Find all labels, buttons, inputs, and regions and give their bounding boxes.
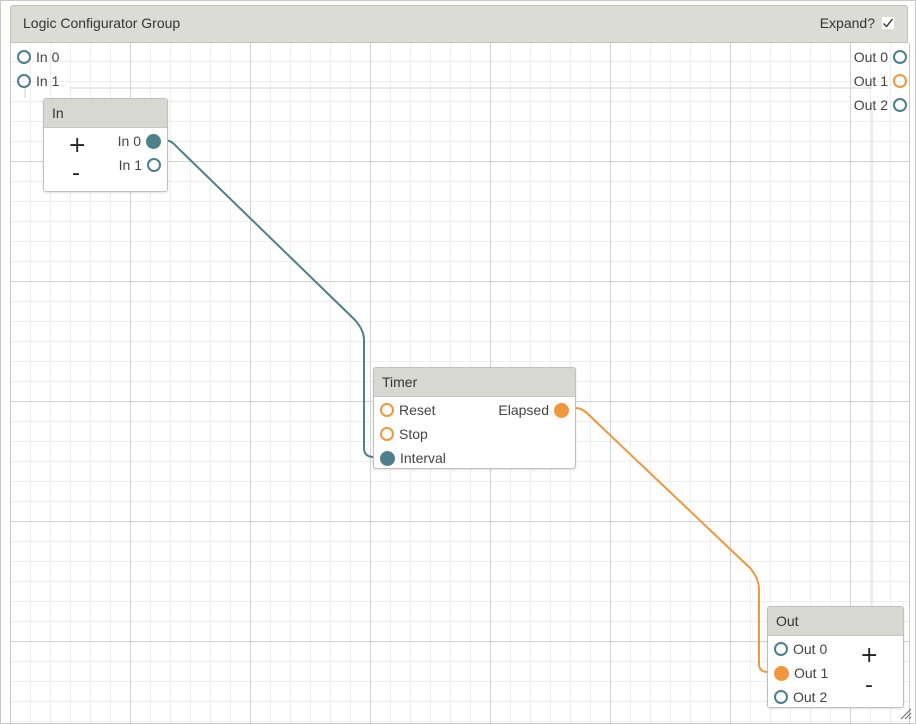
timer-output-elapsed[interactable]: Elapsed	[498, 402, 569, 418]
port-label: In 0	[117, 133, 141, 149]
in-node-port-1[interactable]: In 1	[119, 157, 161, 173]
port-label: Elapsed	[498, 402, 549, 418]
group-title-bar: Logic Configurator Group Expand?	[10, 5, 908, 43]
group-output-label: Out 0	[853, 49, 888, 65]
port-circle-icon[interactable]	[774, 642, 788, 656]
out-node-port-0[interactable]: Out 0	[774, 641, 827, 657]
check-icon[interactable]	[881, 16, 895, 30]
group-output-port-2[interactable]: Out 2	[854, 97, 907, 113]
port-circle-icon[interactable]	[893, 74, 907, 88]
timer-node-header[interactable]: Timer	[374, 368, 575, 397]
out-node-port-1[interactable]: Out 1	[774, 665, 828, 681]
port-label: Out 2	[793, 689, 828, 705]
port-label: Interval	[400, 450, 446, 466]
port-circle-icon[interactable]	[380, 427, 394, 441]
out-node-header[interactable]: Out	[768, 607, 903, 636]
timer-input-reset[interactable]: Reset	[380, 402, 436, 418]
port-circle-icon[interactable]	[893, 50, 907, 64]
remove-port-button[interactable]: -	[865, 675, 873, 697]
group-input-label: In 1	[36, 73, 60, 89]
add-port-button[interactable]: +	[68, 135, 86, 157]
remove-port-button[interactable]: -	[72, 163, 80, 185]
add-port-button[interactable]: +	[860, 645, 878, 667]
group-input-port-1[interactable]: In 1	[17, 73, 59, 89]
group-output-port-1[interactable]: Out 1	[854, 73, 907, 89]
group-input-port-0[interactable]: In 0	[17, 49, 59, 65]
group-title: Logic Configurator Group	[23, 15, 181, 31]
timer-input-stop[interactable]: Stop	[380, 426, 428, 442]
port-connected-icon[interactable]	[146, 133, 161, 149]
port-circle-icon[interactable]	[774, 690, 788, 704]
group-output-label: Out 1	[853, 73, 888, 89]
group-output-label: Out 2	[853, 97, 888, 113]
in-node[interactable]: In + - In 0 In 1	[43, 98, 168, 192]
in-node-port-0[interactable]: In 0	[118, 133, 161, 149]
port-connected-icon[interactable]	[554, 402, 569, 418]
port-connected-icon[interactable]	[774, 665, 789, 681]
in-node-header[interactable]: In	[44, 99, 167, 128]
resize-grip-icon[interactable]	[898, 706, 912, 720]
timer-node[interactable]: Timer Reset Stop Interval Elapsed	[373, 367, 576, 469]
timer-input-interval[interactable]: Interval	[380, 450, 446, 466]
group-input-label: In 0	[36, 49, 60, 65]
port-circle-icon[interactable]	[17, 50, 31, 64]
port-circle-icon[interactable]	[380, 403, 394, 417]
expand-label: Expand?	[819, 15, 875, 31]
expand-toggle[interactable]: Expand?	[820, 15, 895, 31]
port-label: Out 1	[794, 665, 829, 681]
port-connected-icon[interactable]	[380, 450, 395, 466]
port-circle-icon[interactable]	[893, 98, 907, 112]
port-label: Out 0	[793, 641, 828, 657]
port-label: Reset	[399, 402, 436, 418]
port-label: In 1	[118, 157, 142, 173]
port-circle-icon[interactable]	[17, 74, 31, 88]
out-node-port-2[interactable]: Out 2	[774, 689, 827, 705]
out-node[interactable]: Out Out 0 Out 1 Out 2 + -	[767, 606, 904, 708]
group-output-port-0[interactable]: Out 0	[854, 49, 907, 65]
port-circle-icon[interactable]	[147, 158, 161, 172]
port-label: Stop	[399, 426, 428, 442]
